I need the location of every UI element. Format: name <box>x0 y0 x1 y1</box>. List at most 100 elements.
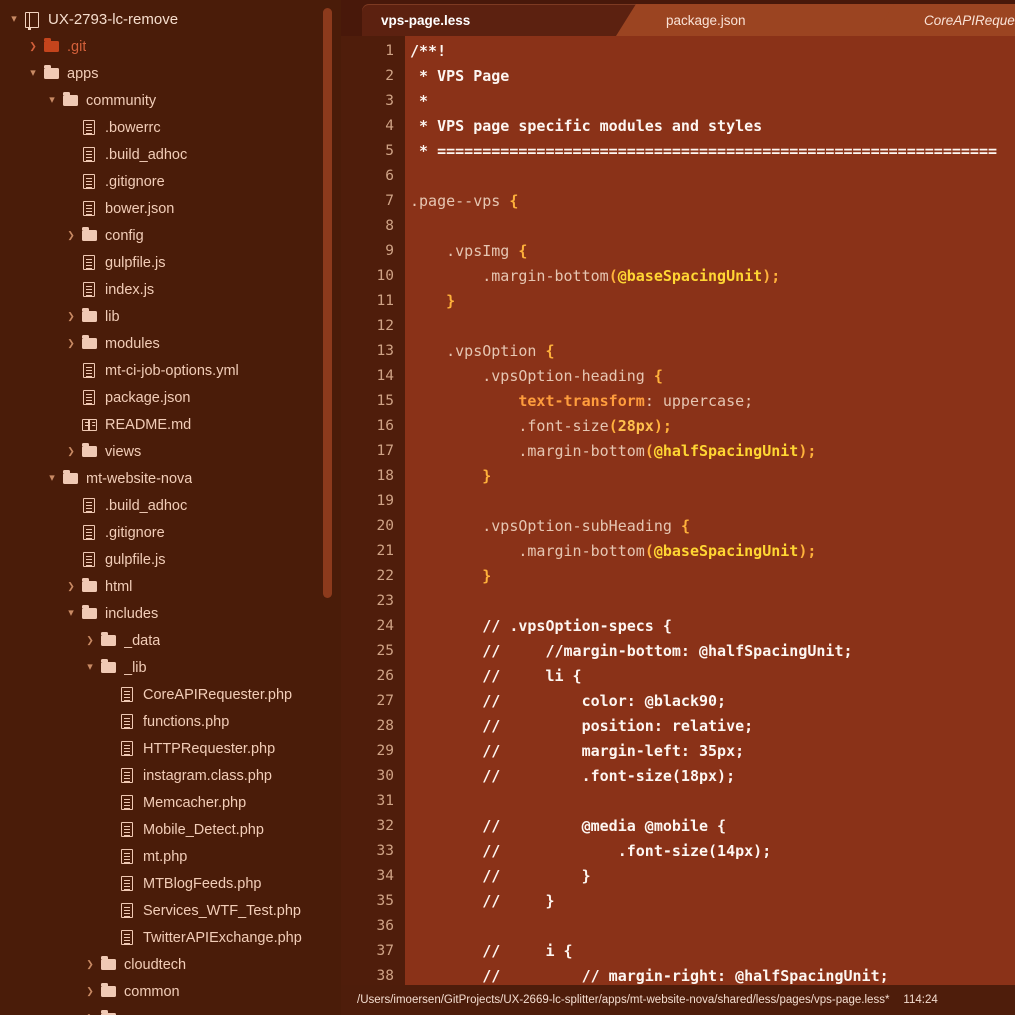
editor-tab[interactable]: vps-page.less× <box>362 4 666 36</box>
tree-item[interactable]: ❯ config <box>0 222 341 249</box>
line-number: 3 <box>385 93 394 109</box>
tree-item[interactable]: Mobile_Detect.php <box>0 816 341 843</box>
tab-bar-spacer <box>341 0 362 36</box>
chevron-down-icon[interactable]: ▾ <box>44 95 60 106</box>
tree-item-label: community <box>86 92 157 109</box>
tree-item[interactable]: instagram.class.php <box>0 762 341 789</box>
line-number: 6 <box>385 168 394 184</box>
code-token-comment: * ======================================… <box>410 142 997 160</box>
code-pane[interactable]: 1 2 3 4 5 6 7 8 9 10 11 12 13 14 15 16 17 18 19 20 21 22 23 24 2… <box>341 36 1015 985</box>
code-text-area[interactable]: /**! * VPS Page * * VPS page specific mo… <box>405 36 1015 985</box>
tree-item[interactable]: HTTPRequester.php <box>0 735 341 762</box>
tree-item[interactable]: ❯ .git <box>0 33 341 60</box>
chevron-right-icon[interactable]: ❯ <box>82 960 98 969</box>
tree-item[interactable]: mt-ci-job-options.yml <box>0 357 341 384</box>
code-line: } <box>405 464 1015 489</box>
folder-icon <box>79 227 99 241</box>
code-token-comment: // i { <box>410 942 573 960</box>
code-token-sel: .font-size <box>410 417 609 435</box>
file-icon <box>117 876 137 891</box>
tree-item[interactable]: gulpfile.js <box>0 249 341 276</box>
tree-item[interactable]: ❯ common <box>0 978 341 1005</box>
editor-tab[interactable]: package.json× <box>616 4 924 36</box>
line-number: 1 <box>385 43 394 59</box>
tree-item[interactable]: Memcacher.php <box>0 789 341 816</box>
chevron-down-icon[interactable]: ▾ <box>25 68 41 79</box>
line-number: 15 <box>376 393 394 409</box>
file-icon <box>117 687 137 702</box>
chevron-right-icon[interactable]: ❯ <box>63 447 79 456</box>
chevron-down-icon[interactable]: ▾ <box>63 608 79 619</box>
tree-item[interactable]: functions.php <box>0 708 341 735</box>
tree-item[interactable]: README.md <box>0 411 341 438</box>
editor-window: ▾ UX-2793-lc-remove ❯ .git ▾ apps ▾ community .b… <box>0 0 1015 1015</box>
tree-item[interactable]: index.js <box>0 276 341 303</box>
code-token-sel: .vpsImg <box>410 242 519 260</box>
tree-item[interactable]: ▾ mt-website-nova <box>0 465 341 492</box>
chevron-right-icon[interactable]: ❯ <box>63 231 79 240</box>
code-line: // li { <box>405 664 1015 689</box>
code-line: .margin-bottom(@halfSpacingUnit); <box>405 439 1015 464</box>
editor-tab[interactable]: CoreAPIRequester.php <box>874 4 1015 36</box>
tree-item[interactable]: Services_WTF_Test.php <box>0 897 341 924</box>
tree-item[interactable]: ❯ html <box>0 573 341 600</box>
tree-item[interactable]: .build_adhoc <box>0 141 341 168</box>
chevron-down-icon[interactable]: ▾ <box>82 662 98 673</box>
line-number: 35 <box>376 893 394 909</box>
tree-item-label: apps <box>67 65 99 82</box>
folder-icon <box>60 470 80 484</box>
line-number: 9 <box>385 243 394 259</box>
code-token-comment: // .font-size(18px); <box>410 767 736 785</box>
tree-item[interactable]: .gitignore <box>0 519 341 546</box>
chevron-down-icon[interactable]: ▾ <box>44 473 60 484</box>
chevron-right-icon[interactable]: ❯ <box>63 312 79 321</box>
chevron-right-icon[interactable]: ❯ <box>82 987 98 996</box>
code-token-sel: .page--vps <box>410 192 510 210</box>
chevron-right-icon[interactable]: ❯ <box>63 582 79 591</box>
tree-item[interactable]: CoreAPIRequester.php <box>0 681 341 708</box>
line-number: 29 <box>376 743 394 759</box>
tree-item[interactable]: package.json <box>0 384 341 411</box>
tree-item[interactable]: ❯company <box>0 1005 341 1015</box>
tree-item[interactable]: .bowerrc <box>0 114 341 141</box>
sidebar-vertical-scrollbar[interactable] <box>323 8 332 598</box>
code-token-punc: ); <box>762 267 781 285</box>
file-icon <box>117 822 137 837</box>
chevron-right-icon[interactable]: ❯ <box>82 636 98 645</box>
code-token-brace: { <box>653 367 663 385</box>
chevron-right-icon[interactable]: ❯ <box>25 42 41 51</box>
tree-item[interactable]: ❯ views <box>0 438 341 465</box>
chevron-down-icon[interactable]: ▾ <box>6 14 22 25</box>
line-number: 8 <box>385 218 394 234</box>
tree-item[interactable]: TwitterAPIExchange.php <box>0 924 341 951</box>
tree-item[interactable]: bower.json <box>0 195 341 222</box>
tree-item[interactable]: mt.php <box>0 843 341 870</box>
tree-item-label: _data <box>124 632 161 649</box>
tree-item-label: .build_adhoc <box>105 146 188 163</box>
chevron-right-icon[interactable]: ❯ <box>63 339 79 348</box>
tree-item[interactable]: ❯ modules <box>0 330 341 357</box>
code-token-plain: : <box>644 392 663 410</box>
tree-item[interactable]: ▾ _lib <box>0 654 341 681</box>
tree-item-label: .bowerrc <box>105 119 161 136</box>
code-token-brace: } <box>410 292 456 310</box>
tree-item[interactable]: ▾ community <box>0 87 341 114</box>
tree-item[interactable]: MTBlogFeeds.php <box>0 870 341 897</box>
tree-item[interactable]: ▾ UX-2793-lc-remove <box>0 6 341 33</box>
tree-item[interactable]: ❯ lib <box>0 303 341 330</box>
tree-item[interactable]: ❯ cloudtech <box>0 951 341 978</box>
tree-item-label: common <box>124 983 180 1000</box>
file-icon <box>117 795 137 810</box>
tree-item[interactable]: .gitignore <box>0 168 341 195</box>
folder-icon <box>79 605 99 619</box>
code-line: .margin-bottom(@baseSpacingUnit); <box>405 264 1015 289</box>
tree-item[interactable]: ▾ includes <box>0 600 341 627</box>
tree-item[interactable]: .build_adhoc <box>0 492 341 519</box>
tree-item-label: Mobile_Detect.php <box>143 821 264 838</box>
tree-item[interactable]: ❯ _data <box>0 627 341 654</box>
tree-item[interactable]: gulpfile.js <box>0 546 341 573</box>
line-number: 16 <box>376 418 394 434</box>
tree-item[interactable]: ▾ apps <box>0 60 341 87</box>
line-number: 19 <box>376 493 394 509</box>
